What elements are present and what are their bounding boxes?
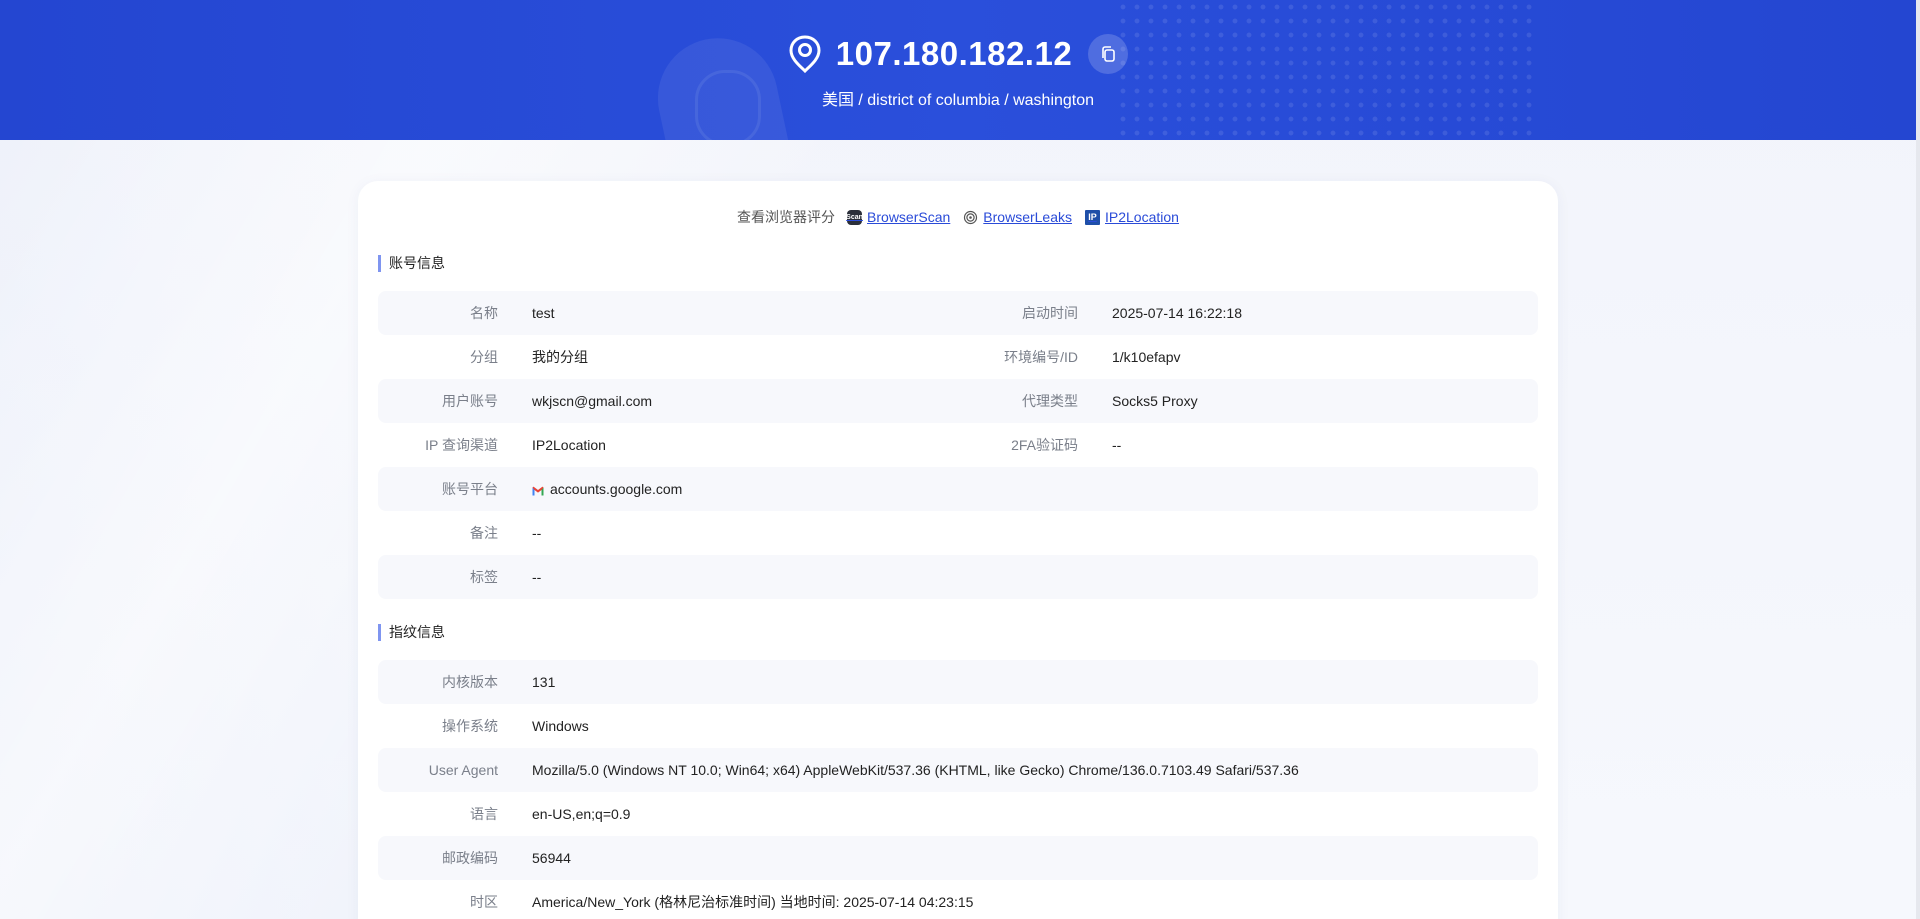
table-row: 用户账号 wkjscn@gmail.com 代理类型 Socks5 Proxy [378,379,1538,423]
table-row: 名称 test 启动时间 2025-07-14 16:22:18 [378,291,1538,335]
field-value: -- [532,569,542,585]
copy-icon [1102,46,1115,62]
field-label: 语言 [470,806,498,822]
browserleaks-link[interactable]: BrowserLeaks [963,209,1072,225]
field-label: 操作系统 [442,718,498,734]
field-value: Windows [532,718,589,734]
field-label: 分组 [470,349,498,365]
field-value: 56944 [532,850,571,866]
field-value: IP2Location [532,437,606,453]
field-label: 环境编号/ID [1004,349,1078,365]
fingerprint-section-title: 指纹信息 [378,624,445,641]
browserscan-link[interactable]: Scan BrowserScan [846,209,951,225]
field-label: 启动时间 [1022,305,1078,321]
browserleaks-link-text: BrowserLeaks [983,209,1072,225]
field-value: 131 [532,674,556,690]
vertical-scrollbar[interactable] [1916,0,1920,919]
ip2location-link-text: IP2Location [1105,209,1179,225]
copy-ip-button[interactable] [1088,34,1129,74]
ip-address: 107.180.182.12 [835,35,1073,72]
table-row: 标签 -- [378,555,1538,599]
field-value: -- [1112,437,1122,453]
field-label: 用户账号 [442,393,498,409]
field-label: 账号平台 [442,481,498,497]
page: 107.180.182.12 美国 / district of columbia… [0,0,1920,919]
browserscan-link-text: BrowserScan [867,209,951,225]
field-label: 代理类型 [1022,393,1078,409]
field-label: 时区 [470,894,498,910]
browser-score-links: 查看浏览器评分 Scan BrowserScan BrowserLeaks IP… [358,207,1558,227]
account-info-table: 名称 test 启动时间 2025-07-14 16:22:18 分组 我的分组… [378,291,1538,599]
field-label: 邮政编码 [442,850,498,866]
field-value: wkjscn@gmail.com [532,393,653,409]
browser-score-label: 查看浏览器评分 [737,209,836,225]
field-value: America/New_York (格林尼治标准时间) 当地时间: 2025-0… [532,894,974,910]
gmail-icon [532,486,544,496]
field-label: 备注 [470,525,498,541]
field-value: -- [532,525,542,541]
field-value: 我的分组 [532,349,588,365]
fingerprint-icon [964,210,978,224]
account-section-title: 账号信息 [378,255,445,272]
field-value: en-US,en;q=0.9 [532,806,631,822]
table-row: IP 查询渠道 IP2Location 2FA验证码 -- [378,423,1538,467]
table-row: 语言 en-US,en;q=0.9 [378,792,1538,836]
field-value: Mozilla/5.0 (Windows NT 10.0; Win64; x64… [532,762,1299,778]
table-row: 邮政编码 56944 [378,836,1538,880]
field-value: Socks5 Proxy [1112,393,1198,409]
ip-location: 美国 / district of columbia / washington [821,92,1095,109]
ip-header: 107.180.182.12 美国 / district of columbia… [0,0,1916,140]
table-row: 账号平台 accounts.google.com [378,467,1538,511]
field-label: 内核版本 [442,674,498,690]
browserscan-logo-icon: Scan [846,209,863,225]
platform-text: accounts.google.com [550,481,683,497]
field-label: 名称 [470,305,498,321]
ip2location-link[interactable]: IP IP2Location [1085,209,1179,225]
field-value-platform: accounts.google.com [532,467,682,511]
ip-row: 107.180.182.12 [0,34,1916,74]
table-row: 时区 America/New_York (格林尼治标准时间) 当地时间: 202… [378,880,1538,919]
table-row: 备注 -- [378,511,1538,555]
table-row: 内核版本 131 [378,660,1538,704]
field-value: 1/k10efapv [1112,349,1181,365]
table-row: 操作系统 Windows [378,704,1538,748]
field-label: 2FA验证码 [1011,437,1078,453]
field-label: User Agent [428,762,498,778]
ip2location-logo-icon: IP [1085,209,1100,225]
table-row: User Agent Mozilla/5.0 (Windows NT 10.0;… [378,748,1538,792]
field-value: 2025-07-14 16:22:18 [1112,305,1242,321]
field-label: IP 查询渠道 [425,437,498,453]
field-value: test [532,305,555,321]
fingerprint-info-table: 内核版本 131 操作系统 Windows User Agent Mozilla… [378,660,1538,919]
info-card: 查看浏览器评分 Scan BrowserScan BrowserLeaks IP… [358,181,1558,919]
location-pin-icon [789,35,821,73]
field-label: 标签 [470,569,498,585]
table-row: 分组 我的分组 环境编号/ID 1/k10efapv [378,335,1538,379]
